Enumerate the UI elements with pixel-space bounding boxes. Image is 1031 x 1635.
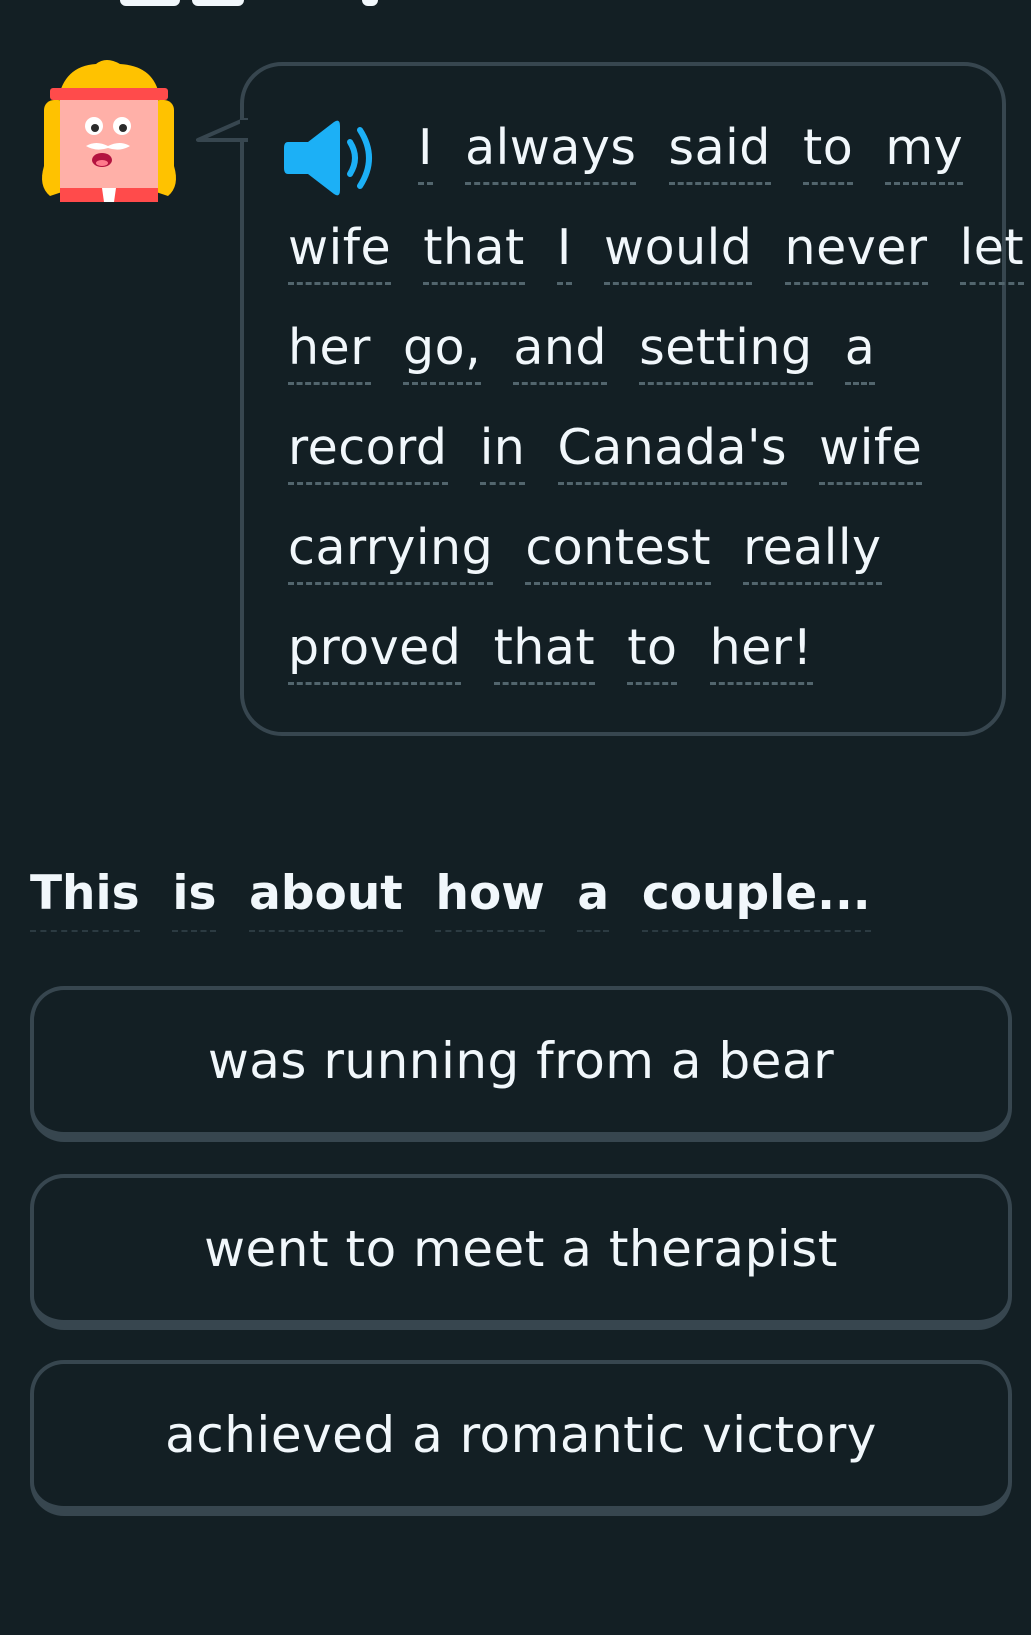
prompt-word: This	[30, 870, 140, 932]
dialog-word[interactable]: setting	[639, 323, 813, 385]
dialog-word[interactable]: would	[604, 223, 753, 285]
question-prompt: This is about how a couple...	[30, 866, 871, 932]
dialog-word[interactable]: my	[885, 123, 964, 185]
dialog-line-1: I always said to my	[418, 118, 964, 185]
lesson-screen: I always said to my wife that I would ne…	[0, 0, 1031, 1635]
dialog-word[interactable]: let	[959, 223, 1025, 285]
answer-option[interactable]: went to meet a therapist	[30, 1174, 1012, 1330]
prompt-word: couple...	[641, 870, 871, 932]
dialog-word[interactable]: wife	[288, 223, 392, 285]
dialog-word[interactable]: a	[844, 323, 876, 385]
dialog-word[interactable]: to	[802, 123, 854, 185]
dialog-word[interactable]: proved	[288, 623, 462, 685]
prompt-word: how	[435, 870, 545, 932]
prompt-word: about	[249, 870, 403, 932]
dialog-word[interactable]: her!	[709, 623, 813, 685]
dialog-word[interactable]: go,	[403, 323, 482, 385]
answer-option-label: achieved a romantic victory	[165, 1406, 877, 1464]
dialog-line-5: carrying contest really	[288, 518, 882, 585]
dialog-line-6: proved that to her!	[288, 618, 813, 685]
answer-option-label: went to meet a therapist	[204, 1220, 838, 1278]
answer-option[interactable]: achieved a romantic victory	[30, 1360, 1012, 1516]
dialog-word[interactable]: said	[668, 123, 771, 185]
speaker-icon[interactable]	[284, 118, 380, 198]
dialog-word[interactable]: in	[479, 423, 526, 485]
speech-bubble-tail	[196, 118, 248, 142]
answer-option-label: was running from a bear	[207, 1032, 835, 1090]
dialog-word[interactable]: contest	[525, 523, 711, 585]
dialog-word[interactable]: I	[418, 123, 433, 185]
dialog-line-3: her go, and setting a	[288, 318, 876, 385]
dialog-word[interactable]: Canada's	[557, 423, 787, 485]
dialog-word[interactable]: wife	[819, 423, 923, 485]
character-avatar	[42, 60, 176, 202]
dialog-word[interactable]: her	[288, 323, 371, 385]
dialog-line-2: wife that I would never let	[288, 218, 1025, 285]
dialog-word[interactable]: carrying	[288, 523, 494, 585]
dialog-word[interactable]: record	[288, 423, 448, 485]
dialog-word[interactable]: that	[423, 223, 525, 285]
prompt-word: is	[172, 870, 217, 932]
dialog-line-4: record in Canada's wife	[288, 418, 923, 485]
dialog-word[interactable]: and	[513, 323, 608, 385]
dialog-word[interactable]: really	[743, 523, 882, 585]
dialog-word[interactable]: always	[465, 123, 637, 185]
answer-option[interactable]: was running from a bear	[30, 986, 1012, 1142]
dialog-word[interactable]: I	[556, 223, 572, 285]
dialog-word[interactable]: to	[627, 623, 678, 685]
prompt-word: a	[577, 870, 610, 932]
dialog-word[interactable]: that	[493, 623, 596, 685]
dialog-word[interactable]: never	[784, 223, 928, 285]
header-remnant	[0, 0, 1031, 14]
